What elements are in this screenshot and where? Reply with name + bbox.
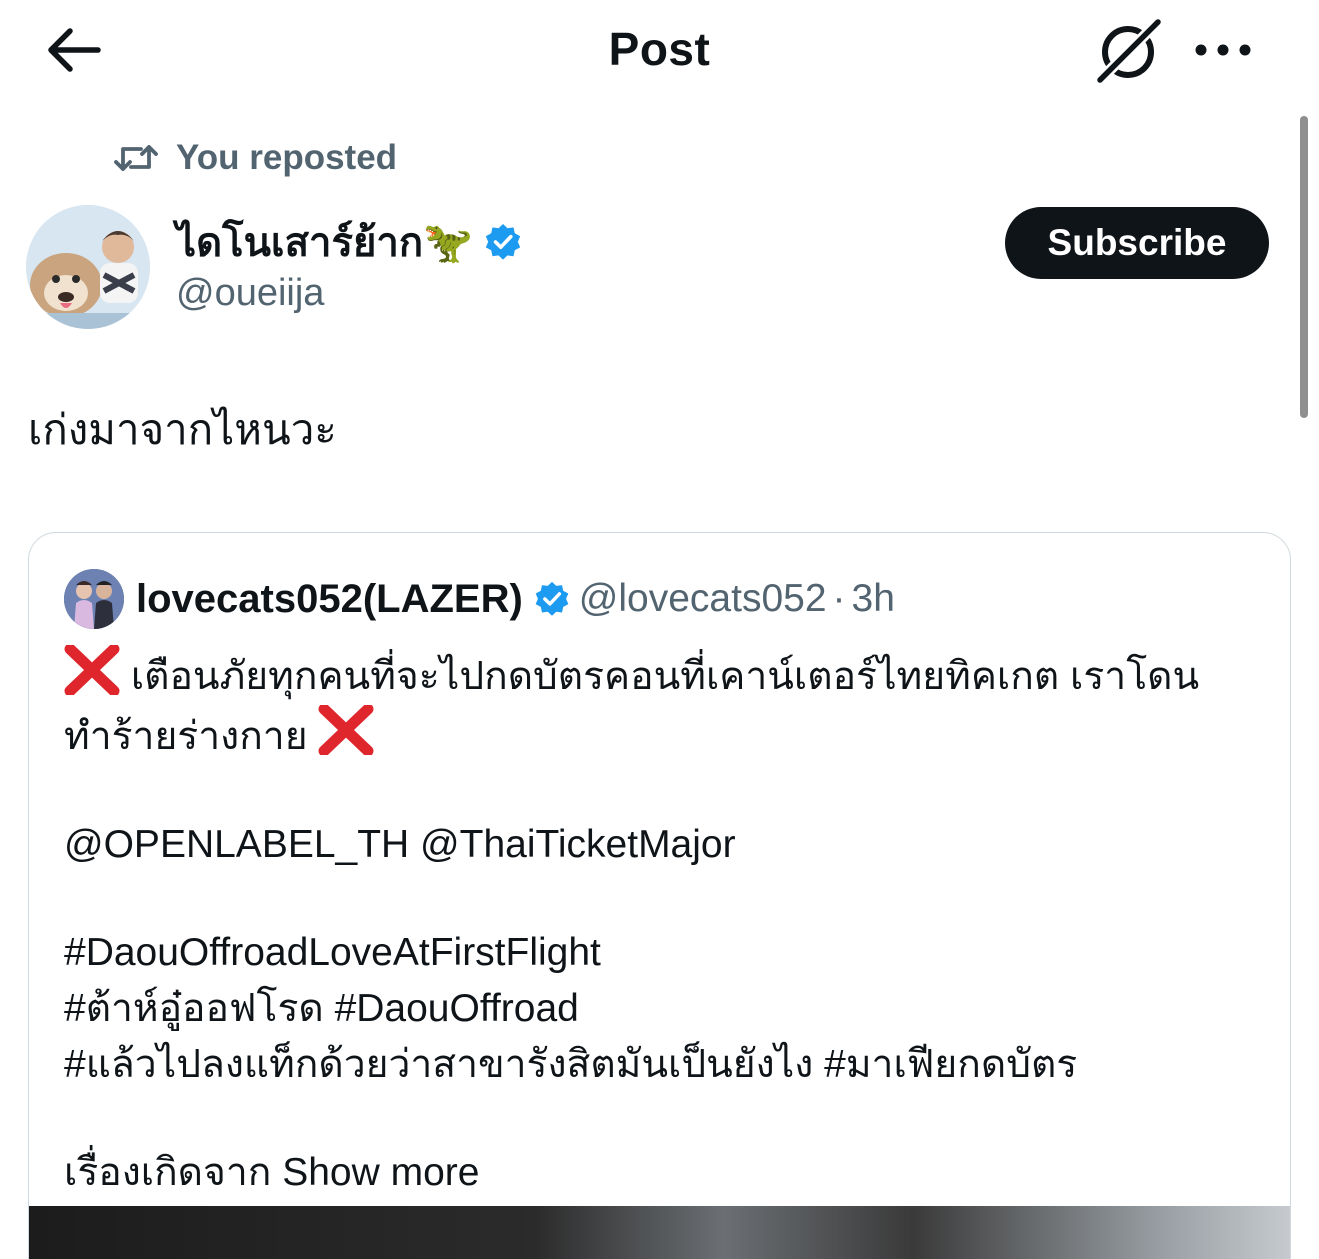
more-horizontal-icon	[1195, 44, 1251, 56]
quoted-hashtags-line-2: #ต้าห์อู๋ออฟโรด #DaouOffroad	[64, 987, 579, 1030]
verified-badge-icon	[535, 581, 569, 616]
avatar-photo	[26, 205, 150, 329]
cross-mark-icon	[64, 645, 120, 695]
quoted-post-media[interactable]	[29, 1206, 1290, 1259]
quoted-text-warning-cont: ทำร้ายร่างกาย	[64, 715, 308, 758]
top-nav-bar: Post	[0, 0, 1319, 100]
quoted-post-body: เตือนภัยทุกคนที่จะไปกดบัตรคอนที่เคาน์เตอ…	[64, 645, 1254, 1201]
quoted-post-header: lovecats052(LAZER) @lovecats052 · 3h	[64, 569, 895, 629]
quoted-author-name: lovecats052(LAZER)	[136, 576, 523, 621]
author-handle[interactable]: @oueiija	[176, 272, 324, 315]
show-more-link[interactable]: Show more	[282, 1151, 479, 1194]
quoted-hashtags-line-3: #แล้วไปลงแท็กด้วยว่าสาขารังสิตมันเป็นยัง…	[64, 1043, 1078, 1086]
quoted-hashtags-line-1: #DaouOffroadLoveAtFirstFlight	[64, 931, 601, 974]
repost-context: You reposted	[114, 136, 397, 180]
quoted-mentions: @OPENLABEL_TH @ThaiTicketMajor	[64, 823, 736, 866]
verified-badge-icon	[485, 224, 521, 260]
quoted-avatar-photo	[64, 569, 124, 629]
meta-separator: ·	[832, 577, 846, 620]
quoted-author-avatar	[64, 569, 124, 629]
quoted-post-time: 3h	[851, 577, 895, 620]
quoted-tail-text: เรื่องเกิดจาก	[64, 1151, 272, 1194]
author-name-row[interactable]: ไดโนเสาร์ย้าก🦖	[176, 212, 523, 272]
quoted-text-warning: เตือนภัยทุกคนที่จะไปกดบัตรคอนที่เคาน์เตอ…	[130, 655, 1200, 698]
quoted-text-line: ทำร้ายร่างกาย	[64, 705, 1254, 765]
subscribe-button[interactable]: Subscribe	[1005, 207, 1269, 279]
post-detail-page: Post You reposted ไดโนเสาร์ย้าก🦖 @oueiij…	[0, 0, 1319, 1259]
cross-mark-icon	[318, 705, 374, 755]
author-avatar[interactable]	[26, 205, 150, 329]
grok-icon	[1094, 18, 1164, 84]
author-display-name[interactable]: ไดโนเสาร์ย้าก🦖	[176, 210, 473, 274]
scrollbar[interactable]	[1300, 116, 1308, 418]
more-options-button[interactable]	[1190, 24, 1256, 76]
quoted-tail-line: เรื่องเกิดจาก Show more	[64, 1145, 1254, 1201]
repost-icon	[114, 145, 158, 171]
grok-button[interactable]	[1092, 16, 1166, 86]
post-text: เก่งมาจากไหนวะ	[28, 406, 337, 453]
quoted-post-card[interactable]: lovecats052(LAZER) @lovecats052 · 3h เตื…	[28, 532, 1291, 1259]
quoted-text-line: เตือนภัยทุกคนที่จะไปกดบัตรคอนที่เคาน์เตอ…	[64, 645, 1254, 705]
repost-label: You reposted	[176, 138, 398, 177]
quoted-author-handle: @lovecats052	[578, 577, 827, 620]
